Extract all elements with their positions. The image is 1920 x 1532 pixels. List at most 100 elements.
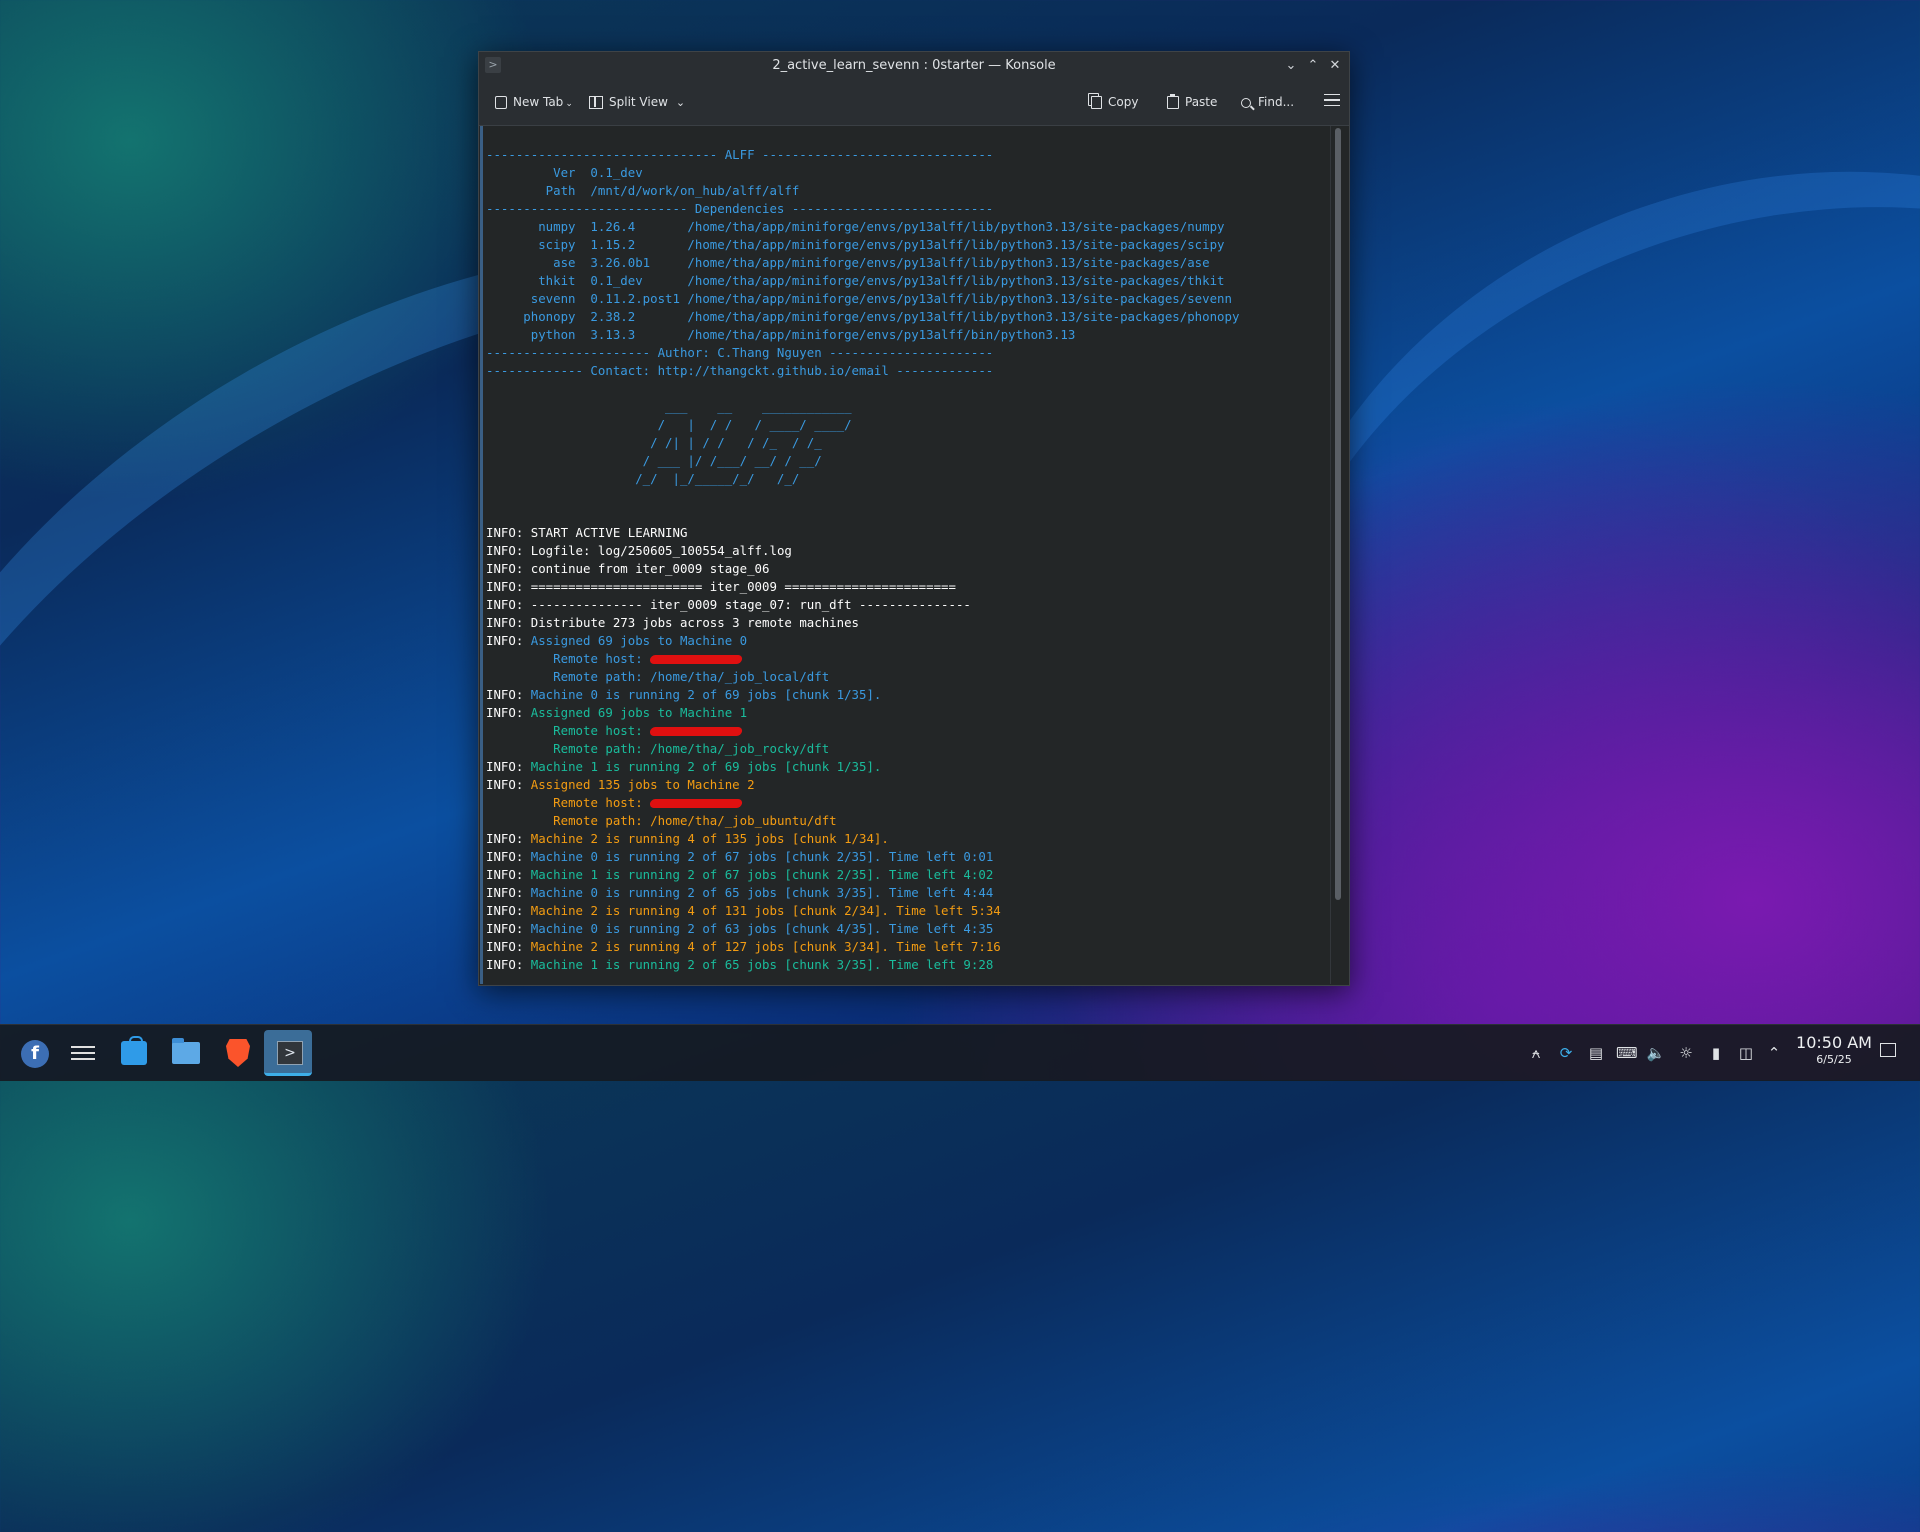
expand-tray-icon[interactable]: ⌃ (1764, 1043, 1784, 1063)
log-prefix: INFO: (486, 525, 531, 540)
split-view-label: Split View (609, 95, 668, 109)
maximize-icon[interactable]: ⌃ (1303, 56, 1323, 76)
log-text: --------------------------- Dependencies… (486, 201, 994, 216)
terminal-line: Remote path: /home/tha/_job_rocky/dft (486, 740, 1239, 758)
brave-browser-icon (226, 1039, 250, 1067)
system-settings-launcher[interactable] (57, 1030, 105, 1076)
terminal-line: Path /mnt/d/work/on_hub/alff/alff (486, 182, 1239, 200)
log-text: sevenn 0.11.2.post1 /home/tha/app/minifo… (486, 291, 1232, 306)
volume-icon[interactable]: 🔈 (1646, 1043, 1666, 1063)
dolphin-files-launcher[interactable] (160, 1030, 208, 1076)
terminal-line: / /| | / / / /_ / /_ (486, 434, 1239, 452)
terminal-line: --------------------------- Dependencies… (486, 200, 1239, 218)
window-title: 2_active_learn_sevenn : 0starter — Konso… (772, 58, 1056, 73)
search-icon (1241, 97, 1251, 108)
sync-icon[interactable]: ⟳ (1556, 1043, 1576, 1063)
log-prefix: INFO: (486, 705, 531, 720)
log-prefix: INFO: (486, 687, 531, 702)
log-prefix: INFO: (486, 759, 531, 774)
terminal-line: INFO: START ACTIVE LEARNING (486, 524, 1239, 542)
log-prefix (486, 651, 523, 666)
terminal-line: Ver 0.1_dev (486, 164, 1239, 182)
terminal-line: phonopy 2.38.2 /home/tha/app/miniforge/e… (486, 308, 1239, 326)
log-text: --------------- iter_0009 stage_07: run_… (530, 597, 971, 612)
log-prefix (486, 813, 523, 828)
terminal-line: INFO: Machine 0 is running 2 of 63 jobs … (486, 920, 1239, 938)
chevron-down-icon[interactable]: ⌄ (676, 96, 685, 109)
clock-time: 10:50 AM (1796, 1033, 1872, 1052)
log-text: Remote path: /home/tha/_job_ubuntu/dft (523, 813, 837, 828)
log-text: scipy 1.15.2 /home/tha/app/miniforge/env… (486, 237, 1225, 252)
terminal-line: INFO: Logfile: log/250605_100554_alff.lo… (486, 542, 1239, 560)
log-text: continue from iter_0009 stage_06 (530, 561, 770, 576)
terminal-line: ___ __ ____________ (486, 398, 1239, 416)
chevron-down-icon: ⌄ (565, 99, 573, 109)
log-text: Remote host: (523, 795, 651, 810)
terminal-line: INFO: Distribute 273 jobs across 3 remot… (486, 614, 1239, 632)
clipboard-icon[interactable]: ▤ (1586, 1043, 1606, 1063)
terminal-line: Remote path: /home/tha/_job_ubuntu/dft (486, 812, 1239, 830)
hamburger-menu-icon[interactable] (1324, 94, 1340, 106)
discover-store-launcher[interactable] (108, 1030, 156, 1076)
log-text: Logfile: log/250605_100554_alff.log (530, 543, 792, 558)
log-prefix: INFO: (486, 885, 531, 900)
brave-browser-launcher[interactable] (212, 1030, 260, 1076)
log-prefix (486, 669, 523, 684)
log-text: Machine 2 is running 4 of 127 jobs [chun… (530, 939, 1001, 954)
log-text: Distribute 273 jobs across 3 remote mach… (530, 615, 859, 630)
terminal-lines: ------------------------------- ALFF ---… (486, 146, 1239, 974)
terminal-output[interactable]: ------------------------------- ALFF ---… (480, 126, 1330, 984)
show-desktop-icon[interactable] (1880, 1043, 1896, 1057)
log-text: Machine 0 is running 2 of 67 jobs [chunk… (530, 849, 994, 864)
terminal-line: INFO: Machine 1 is running 2 of 69 jobs … (486, 758, 1239, 776)
new-tab-icon (495, 96, 507, 109)
title-bar[interactable]: > 2_active_learn_sevenn : 0starter — Kon… (479, 52, 1349, 80)
clock-date: 6/5/25 (1816, 1053, 1852, 1066)
minimize-icon[interactable]: ⌄ (1281, 56, 1301, 76)
log-text: / | / / / ____/ ____/ (486, 417, 852, 432)
fedora-launcher[interactable]: f (9, 1030, 57, 1076)
network-icon[interactable]: ◫ (1736, 1043, 1756, 1063)
terminal-line: INFO: Assigned 69 jobs to Machine 1 (486, 704, 1239, 722)
terminal-line: INFO: Machine 1 is running 2 of 65 jobs … (486, 956, 1239, 974)
log-prefix (486, 723, 523, 738)
redaction-mark (649, 799, 743, 808)
log-text: / ___ |/ /___/ __/ / __/ (486, 453, 822, 468)
log-prefix: INFO: (486, 777, 531, 792)
terminal-line: / | / / / ____/ ____/ (486, 416, 1239, 434)
terminal-line: Remote host: (486, 650, 1239, 668)
new-tab-button[interactable]: New Tab ⌄ (495, 92, 573, 112)
terminal-line: python 3.13.3 /home/tha/app/miniforge/en… (486, 326, 1239, 344)
find-label: Find... (1258, 95, 1295, 109)
find-button[interactable]: Find... (1241, 92, 1294, 112)
terminal-line: INFO: Machine 2 is running 4 of 131 jobs… (486, 902, 1239, 920)
battery-icon[interactable]: ▮ (1706, 1043, 1726, 1063)
log-prefix: INFO: (486, 849, 531, 864)
terminal-line: INFO: --------------- iter_0009 stage_07… (486, 596, 1239, 614)
terminal-line: ase 3.26.0b1 /home/tha/app/miniforge/env… (486, 254, 1239, 272)
log-prefix: INFO: (486, 561, 531, 576)
keyboard-icon[interactable]: ⌨ (1616, 1043, 1638, 1063)
clock[interactable]: 10:50 AM 6/5/25 (1786, 1033, 1882, 1067)
copy-button[interactable]: Copy (1091, 92, 1138, 112)
log-text: / /| | / / / /_ / /_ (486, 435, 822, 450)
konsole-task[interactable]: > (264, 1030, 312, 1076)
log-text: ___ __ ____________ (486, 399, 852, 414)
log-text: Machine 1 is running 2 of 67 jobs [chunk… (530, 867, 994, 882)
split-view-button[interactable]: Split View ⌄ (589, 92, 685, 112)
terminal-line: INFO: Machine 0 is running 2 of 67 jobs … (486, 848, 1239, 866)
log-prefix: INFO: (486, 939, 531, 954)
close-icon[interactable]: ✕ (1325, 56, 1345, 76)
log-text: Machine 2 is running 4 of 131 jobs [chun… (530, 903, 1001, 918)
terminal-line: INFO: ======================= iter_0009 … (486, 578, 1239, 596)
discover-store-icon (121, 1036, 147, 1065)
brightness-icon[interactable]: ☼ (1676, 1043, 1696, 1063)
scrollbar-thumb[interactable] (1335, 128, 1341, 900)
paste-button[interactable]: Paste (1167, 92, 1217, 112)
log-text: numpy 1.26.4 /home/tha/app/miniforge/env… (486, 219, 1225, 234)
notifications-icon[interactable]: ⍲ (1526, 1043, 1546, 1063)
terminal-line: ---------------------- Author: C.Thang N… (486, 344, 1239, 362)
log-text: python 3.13.3 /home/tha/app/miniforge/en… (486, 327, 1076, 342)
